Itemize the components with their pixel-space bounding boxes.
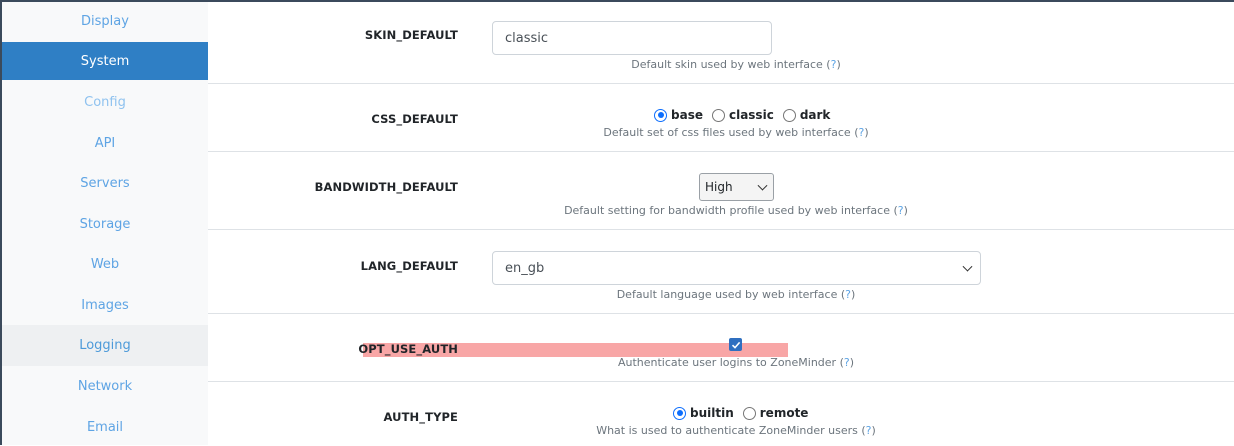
radio-icon[interactable] [782,108,796,122]
setting-help: What is used to authenticate ZoneMinder … [596,424,876,437]
help-link[interactable]: ? [844,356,850,369]
sidebar-item-label: Servers [80,175,130,191]
help-text: Authenticate user logins to ZoneMinder [617,356,837,369]
setting-row-skin-default: SKIN_DEFAULT Default skin used by web in… [208,2,1234,84]
sidebar-item-label: Logging [79,338,131,353]
select-value: en_gb [505,260,545,276]
help-text: Default set of css files used by web int… [603,126,851,139]
sidebar-item-label: Storage [79,216,131,232]
sidebar-item-label: API [94,135,116,151]
help-link[interactable]: ? [831,58,837,71]
sidebar-item-storage[interactable]: Storage [2,205,208,243]
css-option-base[interactable]: base [654,108,703,122]
setting-row-opt-use-auth: OPT_USE_AUTH Authenticate user logins to… [208,314,1234,382]
setting-label: LANG_DEFAULT [360,259,458,273]
opt-use-auth-checkbox[interactable] [729,338,742,351]
setting-label: AUTH_TYPE [383,410,458,424]
lang-select[interactable]: en_gb [492,251,981,285]
help-link[interactable]: ? [858,126,864,139]
sidebar-item-display[interactable]: Display [2,2,208,40]
setting-row-auth-type: AUTH_TYPE builtin remote What is used to… [208,382,1234,445]
sidebar-item-label: System [80,53,130,69]
option-label: remote [759,406,809,420]
help-text: What is used to authenticate ZoneMinder … [596,424,858,437]
help-text: Default skin used by web interface [631,58,823,71]
sidebar-item-api[interactable]: API [2,124,208,162]
setting-help: Default skin used by web interface (?) [631,58,841,71]
sidebar-item-label: Images [81,297,129,313]
help-link[interactable]: ? [898,204,904,217]
select-value: High [705,180,733,194]
chevron-down-icon [962,261,973,272]
setting-row-css-default: CSS_DEFAULT base classic dark Default se… [208,84,1234,152]
radio-selected-icon[interactable] [673,406,686,420]
css-default-radio-group: base classic dark [654,108,839,122]
sidebar-item-network[interactable]: Network [2,367,208,405]
sidebar-item-servers[interactable]: Servers [2,164,208,202]
setting-label: OPT_USE_AUTH [358,342,458,356]
radio-selected-icon[interactable] [654,108,667,122]
setting-help: Default set of css files used by web int… [603,126,869,139]
setting-help: Authenticate user logins to ZoneMinder (… [617,356,855,369]
help-text: Default language used by web interface [616,288,838,301]
sidebar-item-email[interactable]: Email [2,408,208,446]
option-label: dark [799,108,831,122]
sidebar-item-label: Display [81,13,129,29]
sidebar-item-label: Web [90,256,120,272]
bandwidth-select[interactable]: High [699,173,774,201]
option-label: base [671,108,703,122]
sidebar-item-label: Network [77,378,133,394]
auth-type-radio-group: builtin remote [673,406,817,420]
help-link[interactable]: ? [866,424,872,437]
radio-icon[interactable] [711,108,725,122]
auth-option-builtin[interactable]: builtin [673,406,734,420]
option-label: builtin [690,406,734,420]
sidebar-item-label: Config [84,94,126,110]
setting-help: Default setting for bandwidth profile us… [564,204,908,217]
checkmark-icon [731,341,740,349]
setting-label: CSS_DEFAULT [371,112,458,126]
sidebar-item-config[interactable]: Config [2,83,208,121]
setting-row-lang-default: LANG_DEFAULT en_gb Default language used… [208,230,1234,314]
skin-default-input[interactable] [492,21,772,55]
setting-help: Default language used by web interface (… [616,288,856,301]
auth-option-remote[interactable]: remote [742,406,809,420]
help-link[interactable]: ? [845,288,851,301]
option-label: classic [728,108,774,122]
sidebar-item-label: Email [86,419,124,435]
radio-icon[interactable] [742,406,756,420]
setting-label: BANDWIDTH_DEFAULT [314,180,458,194]
sidebar-item-web[interactable]: Web [2,245,208,283]
chevron-down-icon [757,180,768,191]
sidebar: Display System Config API Servers Storag… [2,2,208,445]
setting-label: SKIN_DEFAULT [364,28,458,42]
sidebar-item-system[interactable]: System [2,42,208,80]
css-option-classic[interactable]: classic [711,108,774,122]
css-option-dark[interactable]: dark [782,108,831,122]
sidebar-item-logging[interactable]: Logging [2,325,208,366]
sidebar-item-images[interactable]: Images [2,286,208,324]
settings-panel: SKIN_DEFAULT Default skin used by web in… [208,2,1234,445]
help-text: Default setting for bandwidth profile us… [564,204,890,217]
setting-row-bandwidth-default: BANDWIDTH_DEFAULT High Default setting f… [208,152,1234,230]
